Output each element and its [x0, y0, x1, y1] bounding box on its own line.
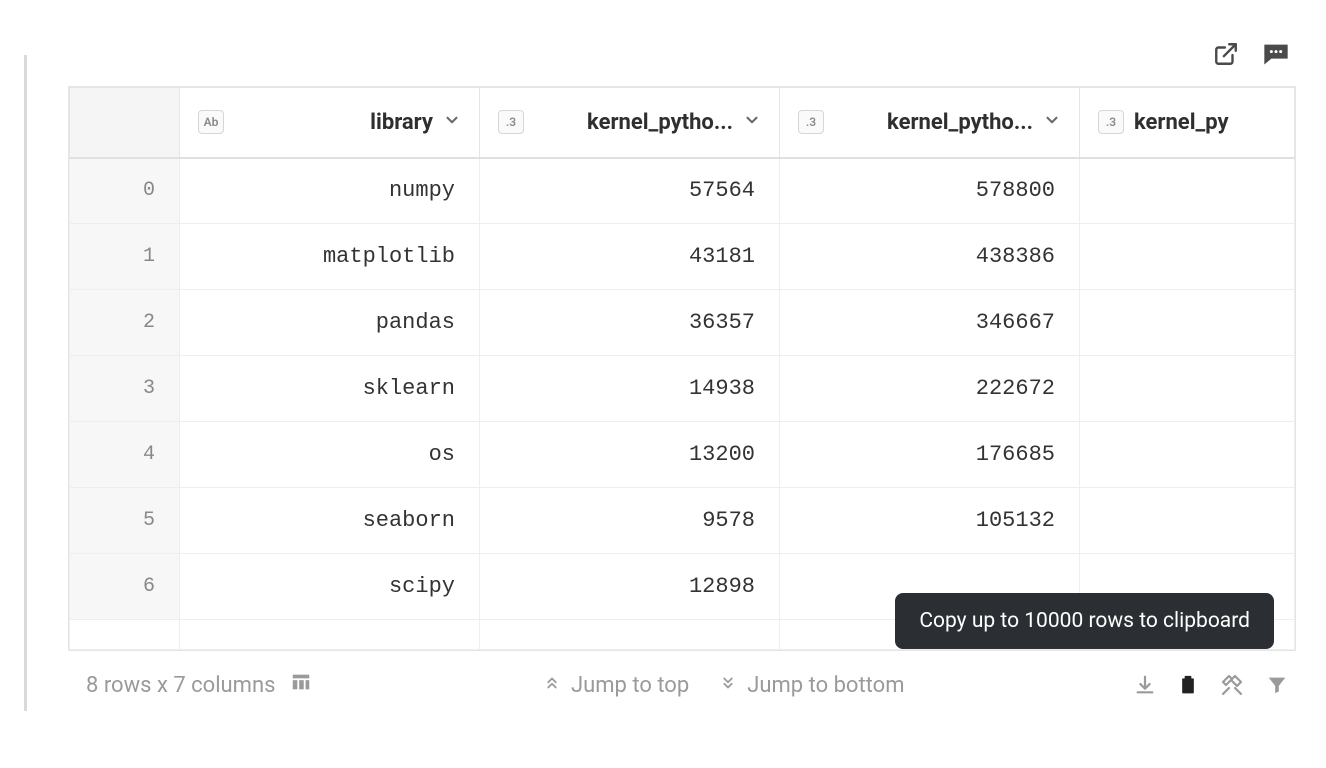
type-badge-number: .3: [498, 110, 524, 134]
shape-text: 8 rows x 7 columns: [86, 673, 275, 698]
table-header-row: Ab library .3 kernel_pytho...: [70, 88, 1295, 158]
table-row[interactable]: 3 sklearn 14938 222672: [70, 356, 1295, 422]
column-name: library: [234, 110, 433, 135]
table-row[interactable]: 5 seaborn 9578 105132: [70, 488, 1295, 554]
jump-controls: Jump to top Jump to bottom: [543, 673, 905, 698]
jump-to-top-button[interactable]: Jump to top: [543, 673, 689, 698]
filter-icon[interactable]: [1266, 672, 1288, 698]
cell-value: 36357: [480, 290, 780, 356]
cell-library: scipy: [180, 554, 480, 620]
cell-left-border: [24, 55, 27, 711]
clipboard-icon[interactable]: [1178, 672, 1198, 698]
table-row[interactable]: 1 matplotlib 43181 438386: [70, 224, 1295, 290]
chevron-down-icon[interactable]: [1043, 111, 1061, 134]
column-header-kernel3[interactable]: .3 kernel_py: [1080, 88, 1295, 158]
cell-value: 176685: [780, 422, 1080, 488]
cell-value: 105132: [780, 488, 1080, 554]
chevron-double-up-icon: [543, 673, 561, 698]
cell-value: 14938: [480, 356, 780, 422]
table-shape: 8 rows x 7 columns: [86, 671, 313, 699]
cell-library: seaborn: [180, 488, 480, 554]
cell-value: 346667: [780, 290, 1080, 356]
type-badge-number: .3: [798, 110, 824, 134]
column-header-library[interactable]: Ab library: [180, 88, 480, 158]
row-index: 5: [70, 488, 180, 554]
cell-value: [1080, 356, 1295, 422]
cell-value: [1080, 488, 1295, 554]
cell-value: [1080, 158, 1295, 224]
columns-icon[interactable]: [289, 671, 313, 699]
cell-library: sklearn: [180, 356, 480, 422]
chevron-double-down-icon: [719, 673, 737, 698]
cell-value: [1080, 422, 1295, 488]
cell-library: numpy: [180, 158, 480, 224]
row-index: 2: [70, 290, 180, 356]
cell-value: [1080, 290, 1295, 356]
tools-icon[interactable]: [1220, 672, 1244, 698]
column-header-kernel2[interactable]: .3 kernel_pytho...: [780, 88, 1080, 158]
cell-library: os: [180, 422, 480, 488]
table-footer: 8 rows x 7 columns Jump to top Jump to: [68, 651, 1296, 703]
dataframe-table: Ab library .3 kernel_pytho...: [68, 86, 1296, 651]
index-header: [70, 88, 180, 158]
jump-to-bottom-button[interactable]: Jump to bottom: [719, 673, 904, 698]
cell-value: 12898: [480, 554, 780, 620]
row-index: 0: [70, 158, 180, 224]
jump-top-label: Jump to top: [571, 673, 689, 698]
copy-tooltip: Copy up to 10000 rows to clipboard: [895, 593, 1274, 649]
download-icon[interactable]: [1134, 672, 1156, 698]
tooltip-text: Copy up to 10000 rows to clipboard: [919, 609, 1250, 633]
jump-bottom-label: Jump to bottom: [747, 673, 904, 698]
type-badge-string: Ab: [198, 110, 224, 134]
column-name: kernel_py: [1134, 110, 1294, 135]
cell-library: matplotlib: [180, 224, 480, 290]
comment-icon[interactable]: [1262, 40, 1290, 68]
chevron-down-icon[interactable]: [443, 111, 461, 134]
cell-value: 222672: [780, 356, 1080, 422]
row-index: 3: [70, 356, 180, 422]
column-name: kernel_pytho...: [534, 110, 733, 135]
cell-value: 57564: [480, 158, 780, 224]
cell-value: 438386: [780, 224, 1080, 290]
table-row[interactable]: 2 pandas 36357 346667: [70, 290, 1295, 356]
type-badge-number: .3: [1098, 110, 1124, 134]
column-header-kernel1[interactable]: .3 kernel_pytho...: [480, 88, 780, 158]
cell-library: pandas: [180, 290, 480, 356]
cell-value: 13200: [480, 422, 780, 488]
table-row[interactable]: 0 numpy 57564 578800: [70, 158, 1295, 224]
top-toolbar: [68, 40, 1296, 86]
open-external-icon[interactable]: [1212, 40, 1240, 68]
cell-value: 578800: [780, 158, 1080, 224]
column-name: kernel_pytho...: [834, 110, 1033, 135]
table-body: 0 numpy 57564 578800 1 matplotlib 43181 …: [70, 158, 1295, 650]
table-row[interactable]: 4 os 13200 176685: [70, 422, 1295, 488]
row-index: 6: [70, 554, 180, 620]
footer-action-icons: [1134, 672, 1288, 698]
chevron-down-icon[interactable]: [743, 111, 761, 134]
cell-value: 43181: [480, 224, 780, 290]
row-index: 4: [70, 422, 180, 488]
cell-value: 9578: [480, 488, 780, 554]
cell-value: [1080, 224, 1295, 290]
row-index: 1: [70, 224, 180, 290]
